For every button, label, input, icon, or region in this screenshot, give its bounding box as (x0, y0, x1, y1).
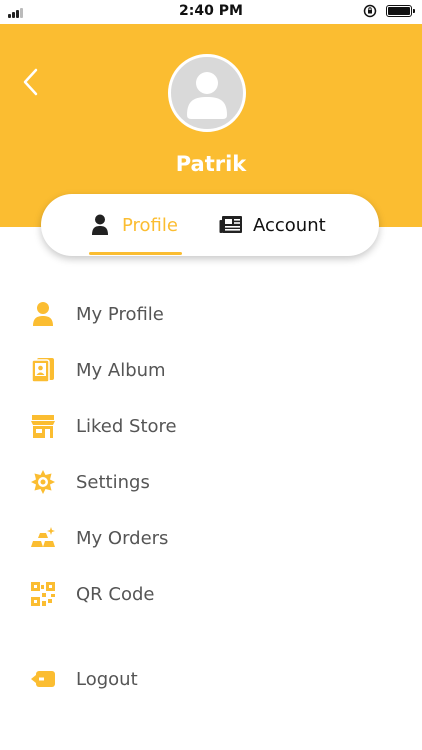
menu-item-label: Liked Store (76, 415, 177, 437)
tab-label: Profile (122, 214, 178, 236)
back-button[interactable] (20, 67, 44, 97)
menu-item-label: My Profile (76, 303, 164, 325)
album-icon (31, 358, 54, 383)
avatar[interactable] (168, 54, 246, 132)
gold-bars-icon (31, 527, 55, 547)
tab-bar: Profile Account (41, 194, 379, 256)
menu-item-label: My Orders (76, 527, 169, 549)
battery-icon (386, 5, 415, 17)
menu-item-label: QR Code (76, 583, 155, 605)
active-tab-indicator (89, 252, 182, 255)
qr-code-icon (31, 582, 55, 606)
store-icon (31, 415, 55, 438)
person-icon (92, 214, 108, 235)
menu-item-liked-store[interactable]: Liked Store (0, 401, 422, 451)
person-icon (33, 302, 53, 326)
menu-item-label: My Album (76, 359, 166, 381)
menu-item-label: Settings (76, 471, 150, 493)
logout-icon (31, 671, 55, 687)
menu-item-my-orders[interactable]: My Orders (0, 513, 422, 563)
tab-label: Account (253, 214, 326, 236)
menu-item-settings[interactable]: Settings (0, 457, 422, 507)
menu-item-my-profile[interactable]: My Profile (0, 289, 422, 339)
status-time: 2:40 PM (179, 3, 243, 19)
status-bar: 2:40 PM (0, 0, 422, 24)
gear-icon (31, 470, 55, 494)
menu-item-my-album[interactable]: My Album (0, 345, 422, 395)
menu-item-qr-code[interactable]: QR Code (0, 569, 422, 619)
tab-account[interactable]: Account (219, 194, 326, 256)
logout-label: Logout (76, 668, 138, 690)
tab-profile[interactable]: Profile (91, 194, 178, 256)
logout-button[interactable]: Logout (0, 654, 422, 704)
newspaper-icon (219, 216, 242, 233)
rotation-lock-icon (363, 4, 377, 18)
user-name: Patrik (175, 152, 247, 176)
avatar-person-icon (187, 72, 227, 119)
